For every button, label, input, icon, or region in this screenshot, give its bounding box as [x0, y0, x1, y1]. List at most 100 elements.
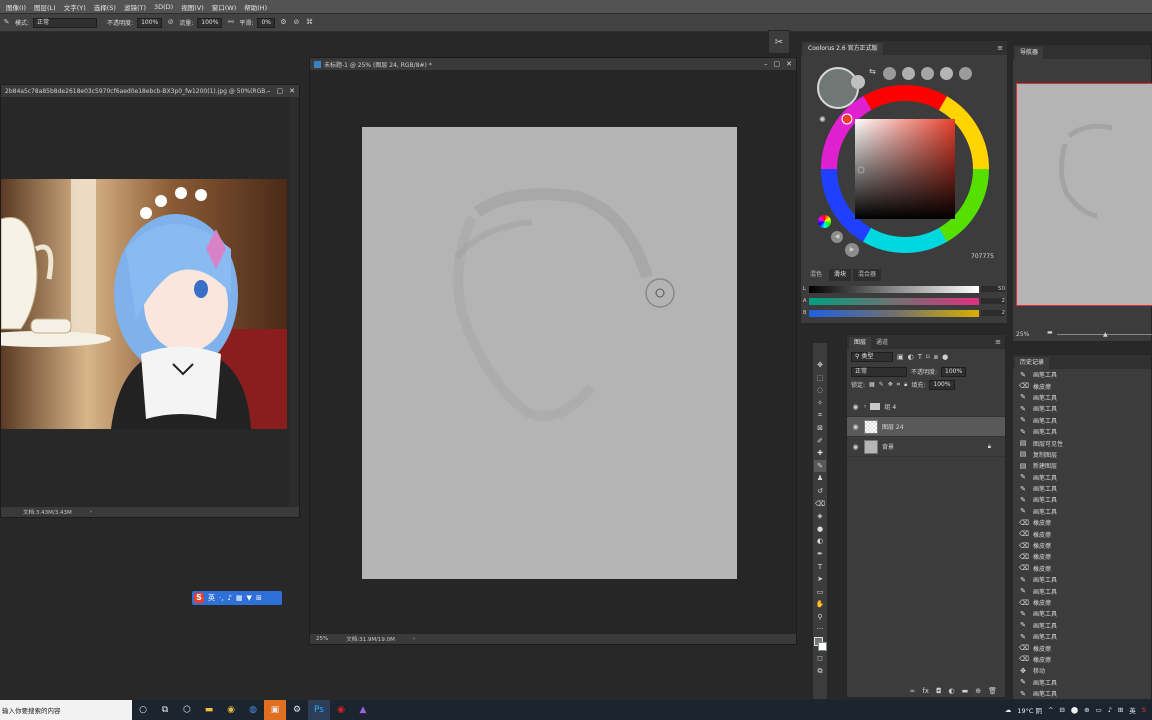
link-layers-icon[interactable]: ∞ [910, 687, 916, 695]
tray-up-icon[interactable]: ^ [1048, 706, 1053, 714]
magic-wand-tool-icon[interactable]: ✧ [814, 397, 826, 410]
wheel-mode-icon[interactable] [818, 215, 831, 228]
ime-punct-icon[interactable]: ·, [219, 594, 223, 602]
canvas-zoom[interactable]: 25% [316, 636, 328, 642]
pressure-opacity-icon[interactable]: ⊘ [166, 18, 175, 27]
palette-preset-icon[interactable] [902, 67, 915, 80]
stamp-tool-icon[interactable]: ♟ [814, 472, 826, 485]
history-item[interactable]: ⌫ 橡皮擦 [1013, 517, 1151, 528]
pen-tool-icon[interactable]: ✒ [814, 548, 826, 561]
history-item[interactable]: ✎ 画笔工具 [1013, 494, 1151, 505]
weather-text[interactable]: 19°C 阴 [1017, 705, 1042, 715]
history-item[interactable]: ✎ 画笔工具 [1013, 585, 1151, 596]
slider-l-value[interactable]: 50 [981, 286, 1005, 292]
history-item[interactable]: ✎ 画笔工具 [1013, 403, 1151, 414]
screen-mode-icon[interactable]: ⧉ [814, 665, 826, 678]
mode-select[interactable]: 正常 [33, 17, 98, 28]
lock-move-icon[interactable]: ✥ [888, 381, 893, 388]
blur-tool-icon[interactable]: ● [814, 523, 826, 536]
color-swatches[interactable] [813, 636, 827, 652]
app-purple-icon[interactable]: ▲ [352, 700, 374, 720]
chevron-right-icon[interactable]: › [864, 403, 866, 410]
canvas-minimize-icon[interactable]: – [764, 60, 768, 68]
new-layer-icon[interactable]: ⊕ [975, 687, 981, 695]
filter-type-icon[interactable]: T [918, 353, 922, 361]
history-item[interactable]: ✎ 画笔工具 [1013, 415, 1151, 426]
history-tab[interactable]: 历史记录 [1015, 357, 1050, 369]
palette-preset-icon[interactable] [959, 67, 972, 80]
network-icon[interactable]: ▭ [1096, 706, 1102, 714]
tray-icon[interactable]: ⊕ [1084, 706, 1089, 714]
tab-sliders[interactable]: 滑块 [829, 269, 852, 281]
fill-input[interactable]: 100% [929, 379, 955, 390]
filter-pixel-icon[interactable]: ▣ [897, 353, 904, 361]
swap-colors-icon[interactable]: ⇆ [869, 67, 876, 76]
palette-preset-icon[interactable] [921, 67, 934, 80]
adjustment-icon[interactable]: ◐ [949, 687, 955, 695]
marquee-tool-icon[interactable]: ⬚ [814, 372, 826, 385]
tab-mix[interactable]: 混色 [805, 269, 827, 281]
history-item[interactable]: ✎ 画笔工具 [1013, 620, 1151, 631]
tray-icon[interactable]: ⬤ [1071, 706, 1078, 714]
bucket-tool-icon[interactable]: ◈ [814, 510, 826, 523]
minimize-icon[interactable]: – [267, 87, 271, 95]
close-icon[interactable]: ✕ [289, 87, 295, 95]
opacity-input[interactable]: 100% [137, 17, 163, 28]
ime-keyboard-icon[interactable]: ▦ [236, 594, 243, 602]
history-brush-tool-icon[interactable]: ↺ [814, 485, 826, 498]
brush-tool-icon[interactable]: ✎ [814, 459, 826, 473]
maximize-icon[interactable]: ▢ [277, 87, 284, 95]
filter-shape-icon[interactable]: ⌑ [926, 353, 930, 361]
history-item[interactable]: ✎ 画笔工具 [1013, 472, 1151, 483]
history-item[interactable]: ⌫ 橡皮擦 [1013, 597, 1151, 608]
taskbar-ime[interactable]: 英 [1129, 705, 1136, 715]
canvas-maximize-icon[interactable]: ▢ [774, 60, 781, 68]
reference-title-bar[interactable]: 2b84a5c78a85b8de2618e03c5970cf6aed0e18eb… [1, 85, 299, 97]
app-orange-icon[interactable]: ▣ [264, 700, 286, 720]
sun-icon[interactable]: ✺ [819, 115, 826, 124]
ime-skin-icon[interactable]: ▼ [247, 594, 252, 602]
slider-l-track[interactable] [809, 285, 979, 293]
airbrush-icon[interactable]: ⚯ [226, 18, 235, 27]
trash-icon[interactable]: 🗑︎ [988, 687, 997, 695]
reference-scrollbar[interactable] [289, 97, 299, 509]
taskbar-search-input[interactable]: 输入你要搜索的内容 [0, 700, 132, 720]
more-tools-icon[interactable]: ··· [814, 623, 826, 636]
eye-icon[interactable]: ◉ [851, 443, 860, 451]
slider-a-value[interactable]: 2 [981, 298, 1005, 304]
history-item[interactable]: ▤ 复制图层 [1013, 449, 1151, 460]
tray-icon[interactable]: ⊞ [1118, 706, 1123, 714]
tab-mixer[interactable]: 混合器 [853, 269, 882, 281]
tab-channels[interactable]: 通道 [871, 337, 893, 349]
netease-music-icon[interactable]: ◉ [330, 700, 352, 720]
eraser-tool-icon[interactable]: ⌫ [814, 498, 826, 511]
coolorus-tab[interactable]: Coolorus 2.6 官方正式版 [803, 43, 883, 55]
type-tool-icon[interactable]: T [814, 561, 826, 574]
tray-icon[interactable]: ⊟ [1059, 706, 1064, 714]
move-tool-icon[interactable]: ✥ [814, 359, 826, 372]
slider-b-value[interactable]: 2 [981, 310, 1005, 316]
history-item[interactable]: ✎ 画笔工具 [1013, 392, 1151, 403]
eyedropper-tool-icon[interactable]: ✐ [814, 435, 826, 448]
smooth-input[interactable]: 0% [257, 17, 275, 28]
healing-tool-icon[interactable]: ✚ [814, 447, 826, 460]
history-item[interactable]: ⌫ 橡皮擦 [1013, 540, 1151, 551]
prev-arrow-icon[interactable]: ◀ [831, 231, 843, 243]
panel-menu-icon[interactable]: ≡ [997, 44, 1003, 52]
file-explorer-icon[interactable]: ▬ [198, 700, 220, 720]
history-item[interactable]: ⌫ 橡皮擦 [1013, 528, 1151, 539]
frame-tool-icon[interactable]: ⊠ [814, 422, 826, 435]
lock-all-icon[interactable]: 🔒︎ [904, 381, 907, 389]
drawing-canvas[interactable] [362, 127, 737, 579]
history-item[interactable]: ▤ 新建图层 [1013, 460, 1151, 471]
eye-icon[interactable]: ◉ [851, 423, 860, 431]
menu-help[interactable]: 帮助(H) [240, 2, 271, 12]
lasso-tool-icon[interactable]: ◌ [814, 384, 826, 397]
filter-adjust-icon[interactable]: ◐ [908, 353, 914, 361]
lock-brush-icon[interactable]: ✎ [879, 381, 884, 388]
layer-opacity-input[interactable]: 100% [941, 366, 967, 377]
color-wheel[interactable] [819, 83, 989, 253]
ime-grid-icon[interactable]: ⊞ [256, 594, 262, 602]
layer-filter-select[interactable]: ⚲ 类型 [851, 352, 893, 362]
zoom-tool-icon[interactable]: ⚲ [814, 611, 826, 624]
